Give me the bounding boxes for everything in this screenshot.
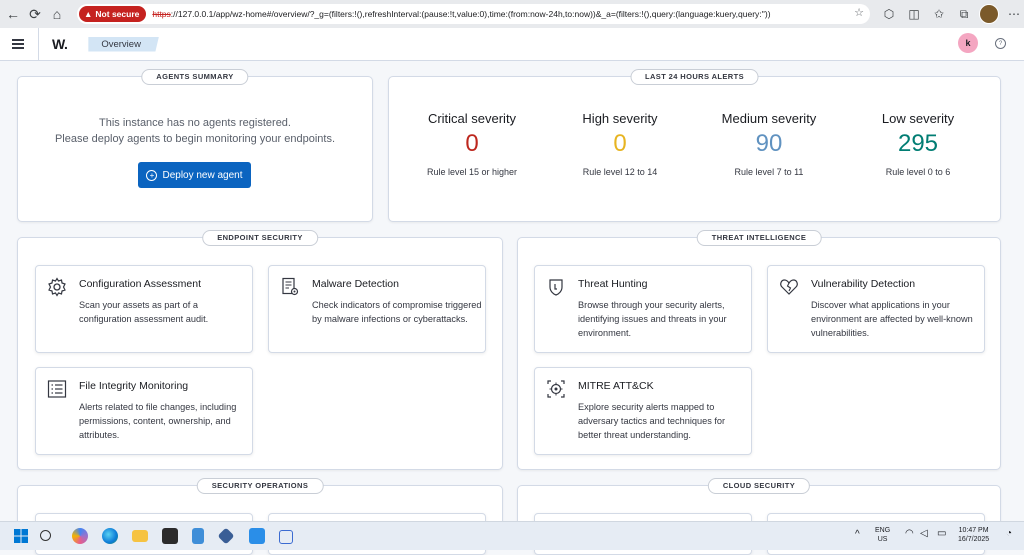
file-explorer-icon[interactable]: [132, 530, 148, 542]
medium-severity-stat[interactable]: Medium severity 90 Rule level 7 to 11: [694, 111, 844, 177]
endpoint-security-panel: ENDPOINT SECURITY Configuration Assessme…: [17, 230, 503, 470]
severity-count[interactable]: 0: [545, 130, 695, 158]
snipping-tool-icon[interactable]: [279, 530, 293, 544]
deploy-new-agent-button[interactable]: + Deploy new agent: [138, 162, 251, 188]
notepad-icon[interactable]: [192, 528, 204, 544]
endpoint-security-title: ENDPOINT SECURITY: [202, 230, 318, 246]
threat-intelligence-panel: THREAT INTELLIGENCE Threat Hunting Brows…: [517, 230, 1001, 470]
cloud-security-title: CLOUD SECURITY: [707, 478, 811, 494]
collections-icon[interactable]: ⧉: [953, 3, 975, 25]
battery-icon[interactable]: ▭: [937, 529, 946, 539]
card-title[interactable]: Configuration Assessment: [79, 278, 201, 290]
severity-count[interactable]: 295: [843, 130, 993, 158]
low-severity-stat[interactable]: Low severity 295 Rule level 0 to 6: [843, 111, 993, 177]
security-operations-title: SECURITY OPERATIONS: [196, 478, 324, 494]
taskbar: ^ ENG US ◠ ◁ ▭ 10:47 PM 16/7/2025 ◔: [0, 521, 1024, 550]
vscode-icon[interactable]: [249, 528, 265, 544]
back-icon[interactable]: ←: [2, 3, 24, 25]
threat-intelligence-title: THREAT INTELLIGENCE: [696, 230, 822, 246]
gear-icon: [48, 277, 66, 297]
vulnerability-detection-card[interactable]: Vulnerability Detection Discover what ap…: [767, 265, 985, 353]
favorites-icon[interactable]: ✩: [928, 3, 950, 25]
extension-icon[interactable]: ⬡: [878, 3, 900, 25]
reload-icon[interactable]: ⟳: [24, 3, 46, 25]
card-title[interactable]: MITRE ATT&CK: [578, 380, 654, 392]
language-indicator[interactable]: ENG US: [875, 526, 890, 544]
windows-start-icon[interactable]: [13, 528, 29, 544]
search-icon[interactable]: [40, 530, 51, 541]
url-text[interactable]: https://127.0.0.1/app/wz-home#/overview/…: [152, 9, 770, 19]
notifications-icon[interactable]: ◔: [1006, 529, 1012, 539]
card-description: Discover what applications in your envir…: [811, 300, 973, 338]
edge-browser-icon[interactable]: [102, 528, 118, 544]
more-menu-icon[interactable]: ⋯: [1003, 3, 1024, 25]
card-title[interactable]: Vulnerability Detection: [811, 278, 915, 290]
document-gear-icon: [282, 277, 299, 296]
app-header: W. Overview k ?: [0, 28, 1024, 61]
profile-button[interactable]: [978, 3, 1000, 25]
clock[interactable]: 10:47 PM 16/7/2025: [958, 526, 989, 544]
app-logo[interactable]: W.: [52, 36, 68, 52]
user-avatar[interactable]: k: [958, 33, 978, 53]
volume-icon[interactable]: ◁: [920, 529, 928, 539]
agents-summary-title: AGENTS SUMMARY: [141, 69, 249, 85]
target-icon: [547, 380, 565, 398]
malware-detection-card[interactable]: Malware Detection Check indicators of co…: [268, 265, 486, 353]
card-description: Alerts related to file changes, includin…: [79, 402, 237, 440]
agents-summary-panel: AGENTS SUMMARY This instance has no agen…: [17, 69, 373, 222]
warning-icon: ▲: [84, 9, 93, 19]
alerts-panel: LAST 24 HOURS ALERTS Critical severity 0…: [388, 69, 1001, 222]
card-description: Check indicators of compromise triggered…: [312, 300, 482, 324]
plus-circle-icon: +: [146, 169, 158, 181]
split-view-icon[interactable]: ◫: [903, 3, 925, 25]
severity-count[interactable]: 90: [694, 130, 844, 158]
mitre-attack-card[interactable]: MITRE ATT&CK Explore security alerts map…: [534, 367, 752, 455]
card-description: Explore security alerts mapped to advers…: [578, 402, 726, 440]
file-integrity-monitoring-card[interactable]: File Integrity Monitoring Alerts related…: [35, 367, 253, 455]
browser-toolbar: ← ⟳ ⌂ ▲ Not secure https://127.0.0.1/app…: [0, 0, 1024, 28]
home-icon[interactable]: ⌂: [46, 3, 68, 25]
terminal-icon[interactable]: [162, 528, 178, 544]
card-title[interactable]: Threat Hunting: [578, 278, 647, 290]
card-description: Browse through your security alerts, ide…: [578, 300, 727, 338]
profile-avatar-icon: [979, 4, 999, 24]
critical-severity-stat[interactable]: Critical severity 0 Rule level 15 or hig…: [397, 111, 547, 177]
wifi-icon[interactable]: ◠: [905, 529, 914, 539]
shield-icon: [549, 279, 563, 296]
show-hidden-icons[interactable]: ^: [855, 530, 860, 540]
address-bar[interactable]: ▲ Not secure https://127.0.0.1/app/wz-ho…: [77, 4, 870, 24]
help-icon[interactable]: ?: [995, 38, 1006, 49]
severity-count[interactable]: 0: [397, 130, 547, 158]
high-severity-stat[interactable]: High severity 0 Rule level 12 to 14: [545, 111, 695, 177]
header-divider: [38, 28, 39, 60]
threat-hunting-card[interactable]: Threat Hunting Browse through your secur…: [534, 265, 752, 353]
card-description: Scan your assets as part of a configurat…: [79, 300, 209, 324]
alerts-title: LAST 24 HOURS ALERTS: [630, 69, 759, 85]
card-title[interactable]: Malware Detection: [312, 278, 399, 290]
list-icon: [47, 380, 67, 398]
menu-icon[interactable]: [12, 39, 24, 49]
configuration-assessment-card[interactable]: Configuration Assessment Scan your asset…: [35, 265, 253, 353]
virtualbox-icon[interactable]: [217, 527, 235, 545]
bookmark-star-icon[interactable]: ☆: [854, 6, 864, 19]
copilot-icon[interactable]: [72, 528, 88, 544]
heart-icon: [780, 279, 798, 295]
no-agents-message: This instance has no agents registered. …: [54, 117, 336, 145]
breadcrumb[interactable]: Overview: [88, 36, 159, 52]
card-title[interactable]: File Integrity Monitoring: [79, 380, 188, 392]
not-secure-badge[interactable]: ▲ Not secure: [79, 6, 147, 22]
